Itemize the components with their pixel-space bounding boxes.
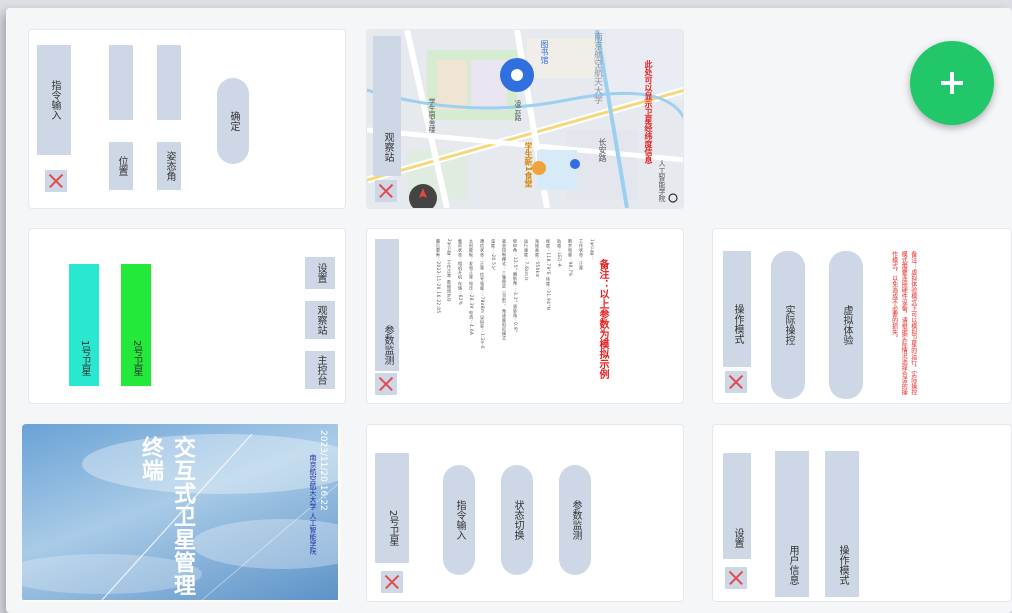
param-monitor-button-label: 参数监测 [570,500,581,540]
operation-mode-button[interactable]: 操作模式 [825,451,859,597]
map-label-dorm: 学生宿舍楼 [428,98,436,133]
state-switch-button[interactable]: 状态切换 [501,465,533,575]
param-monitor-title-block: 参数监测 [375,239,399,371]
confirm-button-label: 确定 [228,111,239,131]
sat2-title-block: 2号卫星 [375,453,409,563]
virtual-experience-button[interactable]: 虚拟体验 [829,251,863,399]
param-line: 剩余电量：98.7% [568,239,573,277]
position-label: 位置 [116,156,127,176]
map-label-lingyun-road: 凌云路 [514,100,522,121]
param-line: 太阳能板：发电正常 电压：28.3V 电流：4.6A [469,239,474,336]
app-screen: 指令输入 位置 姿态角 确定 学生新1食堂 图书馆 长安路 凌云路 南京航空航天… [6,8,1012,613]
attitude-label: 姿态角 [164,151,175,181]
param-lines: 1号卫星： 工作状态：正常 剩余电量：98.7% 轨道：LEO-A 经度：118… [435,239,595,399]
close-icon[interactable] [381,571,403,593]
position-field[interactable] [109,45,133,120]
splash-title: 交互式卫星管理终端 [138,436,195,597]
param-line: 工作状态：正常 [579,239,584,271]
splash-footer: 南京航空航天大学 人工智能学院 [309,454,317,555]
virtual-experience-label: 虚拟体验 [841,305,852,345]
user-info-label: 用户信息 [787,545,798,585]
command-input-card: 指令输入 位置 姿态角 确定 [28,29,346,209]
param-line: 温度：-20.5℃ [491,239,496,271]
observatory-button[interactable]: 观察站 [305,301,335,339]
splash-time: 2023/11/20 16:22 [318,430,328,511]
close-icon[interactable] [725,567,747,589]
param-line: 运行速度：7.6km/s [524,239,529,282]
map-label-canteen: 学生新1食堂 [524,142,533,188]
command-input-title-block: 指令输入 [37,45,71,155]
close-icon[interactable] [375,373,397,395]
param-line: 载荷状态：相机开机 存储：62% [458,239,463,306]
satellite-2-button[interactable]: 2号卫星 [121,264,151,386]
sat2-menu-card: 2号卫星 指令输入 状态切换 参数监测 [366,424,684,602]
add-button[interactable] [910,41,994,125]
close-icon[interactable] [725,371,747,393]
param-line: 海拔高度：550km [535,239,540,278]
campus-map[interactable]: 学生新1食堂 图书馆 长安路 凌云路 南京航空航天大学 学生宿舍楼 人工智能学院… [367,30,683,208]
map-note: 此处可以显示卫星经纬度信息 [644,60,653,164]
param-line: 最后更新：2023-11-20 16:22:05 [436,239,441,314]
observatory-title: 观察站 [382,132,393,162]
settings-button-label: 设置 [315,263,326,283]
sky-background: 交互式卫星管理终端 2023/11/20 16:22 南京航空航天大学 人工智能… [22,424,338,600]
settings-title-block: 设置 [723,453,751,559]
console-button[interactable]: 主控台 [305,351,335,389]
settings-button[interactable]: 设置 [305,257,335,289]
command-input-title: 指令输入 [49,80,60,120]
console-button-label: 主控台 [315,355,326,385]
operation-mode-card: 操作模式 实际操控 虚拟体验 备注：虚拟体验模式下可以模拟卫星的运行，实际操控模… [712,228,1012,404]
command-input-button-label: 指令输入 [454,500,465,540]
real-control-label: 实际操控 [783,305,794,345]
sat2-title: 2号卫星 [387,509,398,547]
map-label-changan-road: 长安路 [598,138,607,162]
settings-card: 设置 用户信息 操作模式 [712,424,1012,602]
close-icon[interactable] [375,180,397,202]
satellite-1-button[interactable]: 1号卫星 [69,264,99,386]
param-monitor-title: 参数监测 [382,325,393,365]
splash-card: 交互式卫星管理终端 2023/11/20 16:22 南京航空航天大学 人工智能… [22,424,340,602]
settings-title: 设置 [732,528,743,548]
param-line: 2号卫星：工作正常 数据同步中 [447,239,452,303]
observatory-card: 学生新1食堂 图书馆 长安路 凌云路 南京航空航天大学 学生宿舍楼 人工智能学院… [366,29,684,209]
confirm-button[interactable]: 确定 [217,78,249,164]
map-label-ai-school: 人工智能学院 [658,160,666,202]
observatory-button-label: 观察站 [315,305,326,335]
operation-mode-label: 操作模式 [837,545,848,585]
param-line: 经度：118.79°E 纬度：31.94°N [546,239,551,311]
observatory-title-block: 观察站 [373,36,401,176]
param-line: 俯仰角：12.5° 偏航角：-3.2° 滚转角：0.8° [513,239,518,333]
user-info-button[interactable]: 用户信息 [775,451,809,597]
attitude-label-block: 姿态角 [157,142,181,190]
map-label-library: 图书馆 [540,40,549,64]
state-switch-button-label: 状态切换 [512,500,523,540]
param-monitor-card: 参数监测 1号卫星： 工作状态：正常 剩余电量：98.7% 轨道：LEO-A 经… [366,228,684,404]
operation-mode-title: 操作模式 [732,304,743,344]
param-line: 轨道：LEO-A [557,239,562,268]
map-label-university: 南京航空航天大学 [592,32,602,104]
operation-mode-title-block: 操作模式 [723,251,751,367]
attitude-field[interactable] [157,45,181,120]
satellites-card: 1号卫星 2号卫星 设置 观察站 主控台 [28,228,346,404]
param-line: 通信状态：正常 信号强度：-78dBm 误码率：1.2e-6 [480,239,485,350]
command-input-button[interactable]: 指令输入 [443,465,475,575]
real-control-button[interactable]: 实际操控 [771,251,805,399]
satellite-2-label: 2号卫星 [131,339,142,376]
satellite-1-label: 1号卫星 [79,339,90,376]
operation-mode-note: 备注：虚拟体验模式下可以模拟卫星的运行，实际操控模式需要连接硬件设备，请根据实际… [890,251,917,395]
position-label-block: 位置 [109,142,133,190]
param-monitor-note: 备注：以上参数为模拟示例 [597,259,608,379]
param-line: 姿态控制模式：三轴稳定（当前），角速度阻尼模式 [502,239,507,341]
param-monitor-button[interactable]: 参数监测 [559,465,591,575]
plus-icon [941,72,963,94]
close-icon[interactable] [45,170,67,192]
